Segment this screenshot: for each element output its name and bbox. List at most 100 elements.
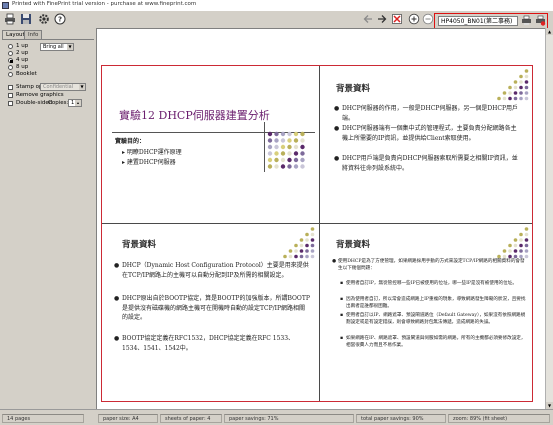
delete-page-icon[interactable] (390, 12, 404, 26)
slide-title: 實驗12 DHCP伺服器建置分析 (119, 109, 270, 122)
slide-item: ▸ 明瞭DHCP運作原理 (122, 149, 182, 156)
printer-status-icon[interactable] (520, 14, 533, 27)
printer-name-field[interactable]: HP4050_BN01(第二事務) (438, 16, 518, 26)
double-sided-checkbox[interactable]: Double-sided (8, 100, 52, 106)
copies-label: Copies: (48, 100, 69, 106)
decorative-dots (267, 131, 305, 169)
decor-dot (508, 243, 512, 248)
decor-dot (274, 131, 279, 137)
vertical-scrollbar[interactable]: ▲ ▼ (545, 28, 553, 409)
decor-dot (305, 243, 309, 248)
layout-panel: 1 up 2 up 4 up 8 up Booklet Bring all ▼ S… (2, 39, 94, 110)
slide-subtitle: 實驗目的： (115, 138, 146, 145)
decor-dot (513, 249, 518, 253)
decor-dot (293, 131, 299, 137)
decor-dot (519, 91, 523, 95)
slide-bullet: ● DHCP伺服器端有一個集中式的管理程式，主要負責分配網路各主機上所需要的IP資… (334, 125, 517, 142)
decor-dot (513, 96, 518, 101)
printer-alert-icon[interactable] (534, 14, 547, 27)
decor-dot (502, 96, 507, 101)
back-arrow-icon[interactable] (361, 12, 375, 26)
status-paper-savings: paper savings: 71% (224, 414, 354, 423)
zoom-in-icon[interactable] (407, 12, 421, 26)
help-icon[interactable]: ? (53, 12, 67, 26)
layout-dropdown[interactable]: Bring all ▼ (40, 43, 74, 51)
status-bar: 14 pages paper size: A4 sheets of paper:… (0, 409, 553, 425)
decor-dot (280, 138, 286, 143)
slide-sub-bullet: ▪ 使用者自訂IP，無從管控哪一些IP已被使用的位址，哪一些IP是沒有被使用的位址… (340, 281, 517, 286)
decor-dot (287, 144, 292, 150)
decor-dot (274, 157, 279, 163)
decor-dot (519, 232, 523, 237)
decor-dot (524, 96, 529, 101)
zoom-out-icon[interactable] (421, 12, 435, 26)
svg-text:?: ? (58, 16, 62, 24)
slide-title: 背景資料 (336, 84, 371, 94)
decor-dot (267, 144, 273, 150)
decorative-dots (283, 227, 315, 259)
decor-dot (508, 91, 512, 95)
tab-info[interactable]: Info (24, 30, 43, 39)
status-total-savings: total paper savings: 90% (356, 414, 446, 423)
decor-dot (300, 144, 305, 150)
decor-dot (310, 254, 315, 259)
scroll-up-icon[interactable]: ▲ (546, 28, 553, 35)
save-icon[interactable] (19, 12, 33, 26)
decor-dot (519, 74, 523, 79)
decor-dot (305, 249, 309, 253)
slide-2: 背景資料 ● DHCP伺服器的作用，一般是DHCP伺服器，另一個是DHCP用戶端。… (320, 66, 534, 223)
forward-arrow-icon[interactable] (375, 12, 389, 26)
chevron-down-icon: ▼ (79, 84, 85, 90)
decor-dot (524, 238, 529, 242)
radio-2up[interactable]: 2 up (8, 50, 28, 56)
slide-3: 背景資料 ● DHCP（Dynamic Host Configuration Pr… (102, 224, 319, 403)
decor-dot (310, 249, 315, 253)
page-sheet: 實驗12 DHCP伺服器建置分析 實驗目的： ▸ 明瞭DHCP運作原理 ▸ 建置… (101, 65, 533, 402)
decor-dot (294, 254, 298, 259)
status-paper-size: paper size: A4 (98, 414, 158, 423)
preview-area: 實驗12 DHCP伺服器建置分析 實驗目的： ▸ 明瞭DHCP運作原理 ▸ 建置… (96, 28, 545, 409)
radio-8up[interactable]: 8 up (8, 64, 28, 70)
decor-dot (299, 254, 304, 259)
decor-dot (310, 227, 315, 231)
decor-dot (524, 227, 529, 231)
decor-dot (287, 151, 292, 156)
scroll-down-icon[interactable]: ▼ (546, 402, 553, 409)
copies-input[interactable]: 1 ▴ (68, 99, 82, 107)
decor-dot (305, 238, 309, 242)
decor-dot (300, 164, 305, 169)
decor-dot (280, 157, 286, 163)
decor-dot (287, 164, 292, 169)
radio-1up[interactable]: 1 up (8, 43, 28, 49)
decor-dot (524, 243, 529, 248)
slide-sub-bullet: ▪ 如果網路在IP、網路遮罩、預設閘道與伺服如需的網路，所有的主機都必須要修改設定… (340, 336, 526, 348)
decor-dot (299, 243, 304, 248)
decor-dot (288, 254, 293, 259)
spinner-icon: ▴ (75, 100, 81, 106)
printer-icon[interactable] (3, 12, 17, 26)
decor-dot (267, 164, 273, 169)
slide-title: 背景資料 (122, 240, 157, 250)
slide-1: 實驗12 DHCP伺服器建置分析 實驗目的： ▸ 明瞭DHCP運作原理 ▸ 建置… (102, 66, 319, 223)
stamp-dropdown[interactable]: Confidential ▼ (40, 83, 86, 91)
decor-dot (508, 85, 512, 90)
slide-bullet: ● 使用DHCP是為了方便管理，如果網路採用手動的方式來設定TCP/IP網路的相關… (332, 259, 525, 271)
decor-dot (502, 249, 507, 253)
radio-4up[interactable]: 4 up (8, 57, 28, 63)
radio-booklet[interactable]: Booklet (8, 71, 37, 77)
decor-dot (310, 238, 315, 242)
decor-dot (519, 238, 523, 242)
slide-bullet: ● DHCP伺服器的作用，一般是DHCP伺服器，另一個是DHCP用戶端。 (334, 105, 519, 122)
remove-graphics-checkbox[interactable]: Remove graphics (8, 92, 64, 98)
slide-bullet: ● BOOTP協定定義在RFC1532，DHCP協定定義在RFC 1533、153… (114, 335, 295, 352)
status-sheets: sheets of paper: 4 (160, 414, 222, 423)
decor-dot (267, 151, 273, 156)
slide-item: ▸ 建置DHCP伺服器 (122, 159, 176, 166)
settings-icon[interactable] (37, 12, 51, 26)
decor-dot (280, 144, 286, 150)
decor-dot (293, 144, 299, 150)
decor-dot (267, 157, 273, 163)
decor-dot (524, 249, 529, 253)
decor-dot (310, 232, 315, 237)
decor-dot (293, 157, 299, 163)
